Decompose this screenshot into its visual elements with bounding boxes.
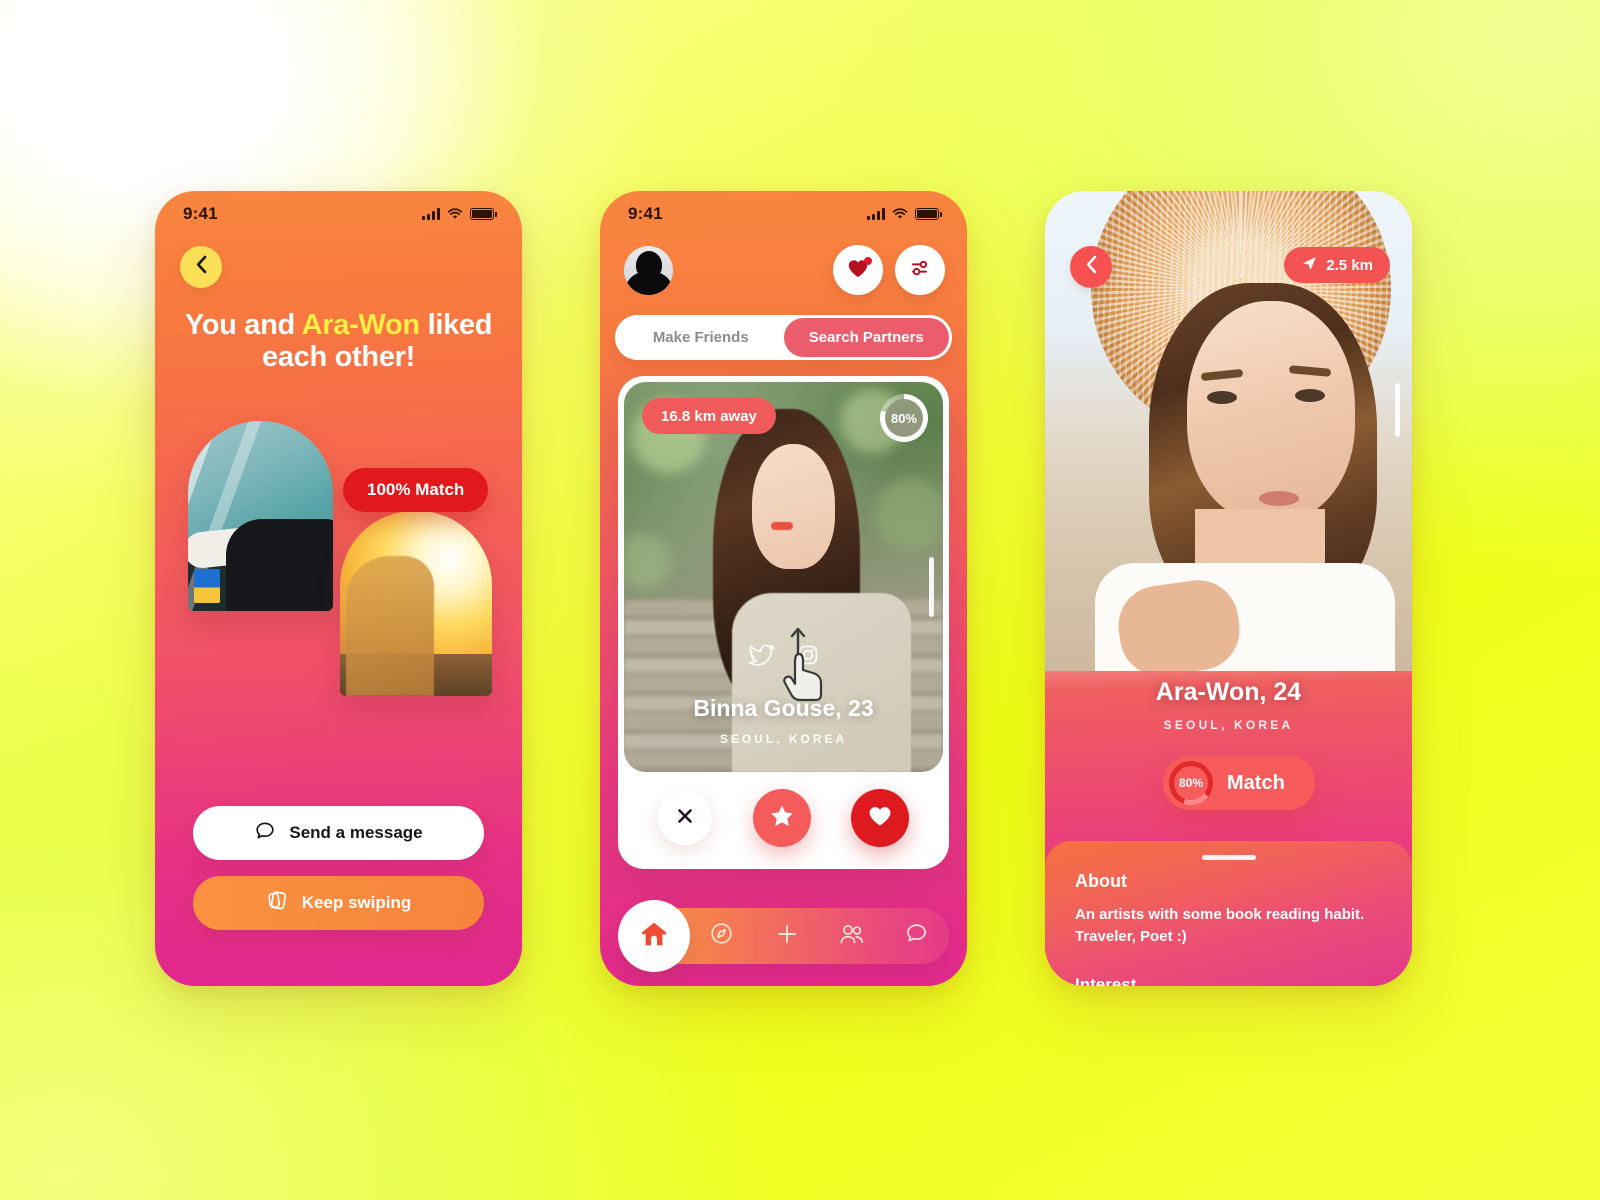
match-percent-ring: 80% bbox=[1169, 761, 1213, 805]
people-icon bbox=[838, 922, 866, 951]
status-icons bbox=[422, 208, 497, 220]
status-time: 9:41 bbox=[628, 204, 663, 223]
about-text: An artists with some book reading habit.… bbox=[1075, 906, 1365, 945]
dismiss-button[interactable] bbox=[658, 791, 713, 845]
lips bbox=[1259, 491, 1299, 506]
phone-screen-profile: 2.5 km Ara-Won, 24 SEOUL, KOREA 80% Matc… bbox=[1045, 191, 1412, 986]
photo-matched-user bbox=[340, 511, 492, 696]
tab-search-partners[interactable]: Search Partners bbox=[783, 318, 949, 357]
distance-badge: 2.5 km bbox=[1284, 247, 1390, 283]
status-bar: 9:41 bbox=[600, 191, 967, 237]
headline-name: Ara-Won bbox=[301, 309, 421, 341]
profile-location: SEOUL, KOREA bbox=[719, 732, 848, 746]
keep-swiping-button[interactable]: Keep swiping bbox=[193, 876, 484, 930]
compass-icon bbox=[709, 921, 734, 951]
phone-screen-discover: 9:41 Make Friends Search Partners 16.8 k… bbox=[600, 191, 967, 986]
notification-dot bbox=[864, 257, 872, 265]
face bbox=[1187, 301, 1355, 521]
send-message-button[interactable]: Send a message bbox=[193, 806, 484, 860]
photo-scroll-indicator[interactable] bbox=[1395, 383, 1400, 437]
nav-item-chat[interactable] bbox=[884, 921, 949, 951]
avatar[interactable] bbox=[624, 246, 673, 295]
bottom-nav bbox=[618, 900, 949, 972]
send-message-label: Send a message bbox=[289, 823, 423, 842]
sliders-icon bbox=[908, 257, 932, 284]
battery-icon bbox=[915, 208, 942, 220]
navigation-arrow-icon bbox=[1301, 255, 1318, 276]
photo-scroll-indicator[interactable] bbox=[929, 557, 934, 617]
chevron-left-icon bbox=[195, 255, 208, 279]
nav-item-discover[interactable] bbox=[689, 921, 754, 951]
close-x-icon bbox=[675, 806, 695, 831]
headline-prefix: You and bbox=[184, 309, 302, 341]
match-photos: 100% Match bbox=[155, 421, 522, 696]
back-button[interactable] bbox=[180, 246, 222, 288]
header-actions bbox=[833, 245, 945, 295]
cellular-signal-icon bbox=[422, 208, 440, 220]
profile-photo: 16.8 km away 80% Binna Gouse, 23 SEOUL, … bbox=[624, 382, 943, 772]
tab-make-friends[interactable]: Make Friends bbox=[618, 318, 784, 357]
nav-item-friends[interactable] bbox=[819, 922, 884, 951]
swipe-up-hand-icon bbox=[768, 620, 846, 702]
heart-icon bbox=[867, 804, 893, 833]
profile-name: Binna Gouse, 23 bbox=[693, 695, 874, 721]
match-percent-value: 80% bbox=[890, 410, 918, 426]
nav-item-add[interactable] bbox=[754, 921, 819, 952]
wifi-icon bbox=[892, 208, 908, 220]
distance-badge: 16.8 km away bbox=[642, 398, 776, 434]
status-icons bbox=[867, 208, 942, 220]
match-label: Match bbox=[1227, 771, 1285, 794]
mode-tabs: Make Friends Search Partners bbox=[615, 315, 952, 360]
match-actions: Send a message Keep swiping bbox=[193, 806, 484, 930]
profile-card[interactable]: 16.8 km away 80% Binna Gouse, 23 SEOUL, … bbox=[618, 376, 949, 869]
profile-location: SEOUL, KOREA bbox=[1163, 718, 1294, 732]
match-headline: You and Ara-Won liked each other! bbox=[183, 309, 494, 374]
likes-button[interactable] bbox=[833, 245, 883, 295]
star-icon bbox=[769, 803, 795, 834]
superlike-button[interactable] bbox=[752, 789, 811, 847]
interest-title: Interest bbox=[1075, 974, 1137, 987]
keep-swiping-label: Keep swiping bbox=[301, 893, 412, 912]
battery-icon bbox=[470, 208, 497, 220]
match-percent-ring: 80% bbox=[880, 394, 928, 442]
wifi-icon bbox=[447, 208, 463, 220]
like-button[interactable] bbox=[850, 789, 909, 847]
chat-bubble-icon bbox=[254, 820, 276, 847]
chevron-left-icon bbox=[1085, 255, 1098, 279]
profile-name: Ara-Won, 24 bbox=[1155, 678, 1302, 706]
distance-value: 2.5 km bbox=[1326, 256, 1373, 274]
home-icon bbox=[639, 919, 669, 954]
sheet-grabber[interactable] bbox=[1201, 855, 1256, 860]
filter-button[interactable] bbox=[895, 245, 945, 295]
card-actions bbox=[618, 774, 949, 862]
status-bar: 9:41 bbox=[155, 191, 522, 237]
match-percent-badge: 100% Match bbox=[343, 468, 489, 512]
back-button[interactable] bbox=[1070, 246, 1112, 288]
status-time: 9:41 bbox=[183, 204, 218, 223]
photo-user-self bbox=[188, 421, 333, 611]
phone-screen-match: 9:41 You and Ara-Won liked each other! 1… bbox=[155, 191, 522, 986]
chat-bubble-icon bbox=[904, 921, 929, 951]
cellular-signal-icon bbox=[867, 208, 885, 220]
profile-details-sheet: About An artists with some book reading … bbox=[1045, 841, 1412, 986]
about-title: About bbox=[1075, 871, 1127, 891]
match-button[interactable]: 80% Match bbox=[1163, 756, 1315, 810]
cards-stack-icon bbox=[266, 889, 289, 917]
canvas: 9:41 You and Ara-Won liked each other! 1… bbox=[0, 0, 1600, 1200]
plus-icon bbox=[774, 921, 800, 952]
match-percent-value: 80% bbox=[1178, 776, 1204, 790]
nav-home-active[interactable] bbox=[618, 900, 690, 972]
